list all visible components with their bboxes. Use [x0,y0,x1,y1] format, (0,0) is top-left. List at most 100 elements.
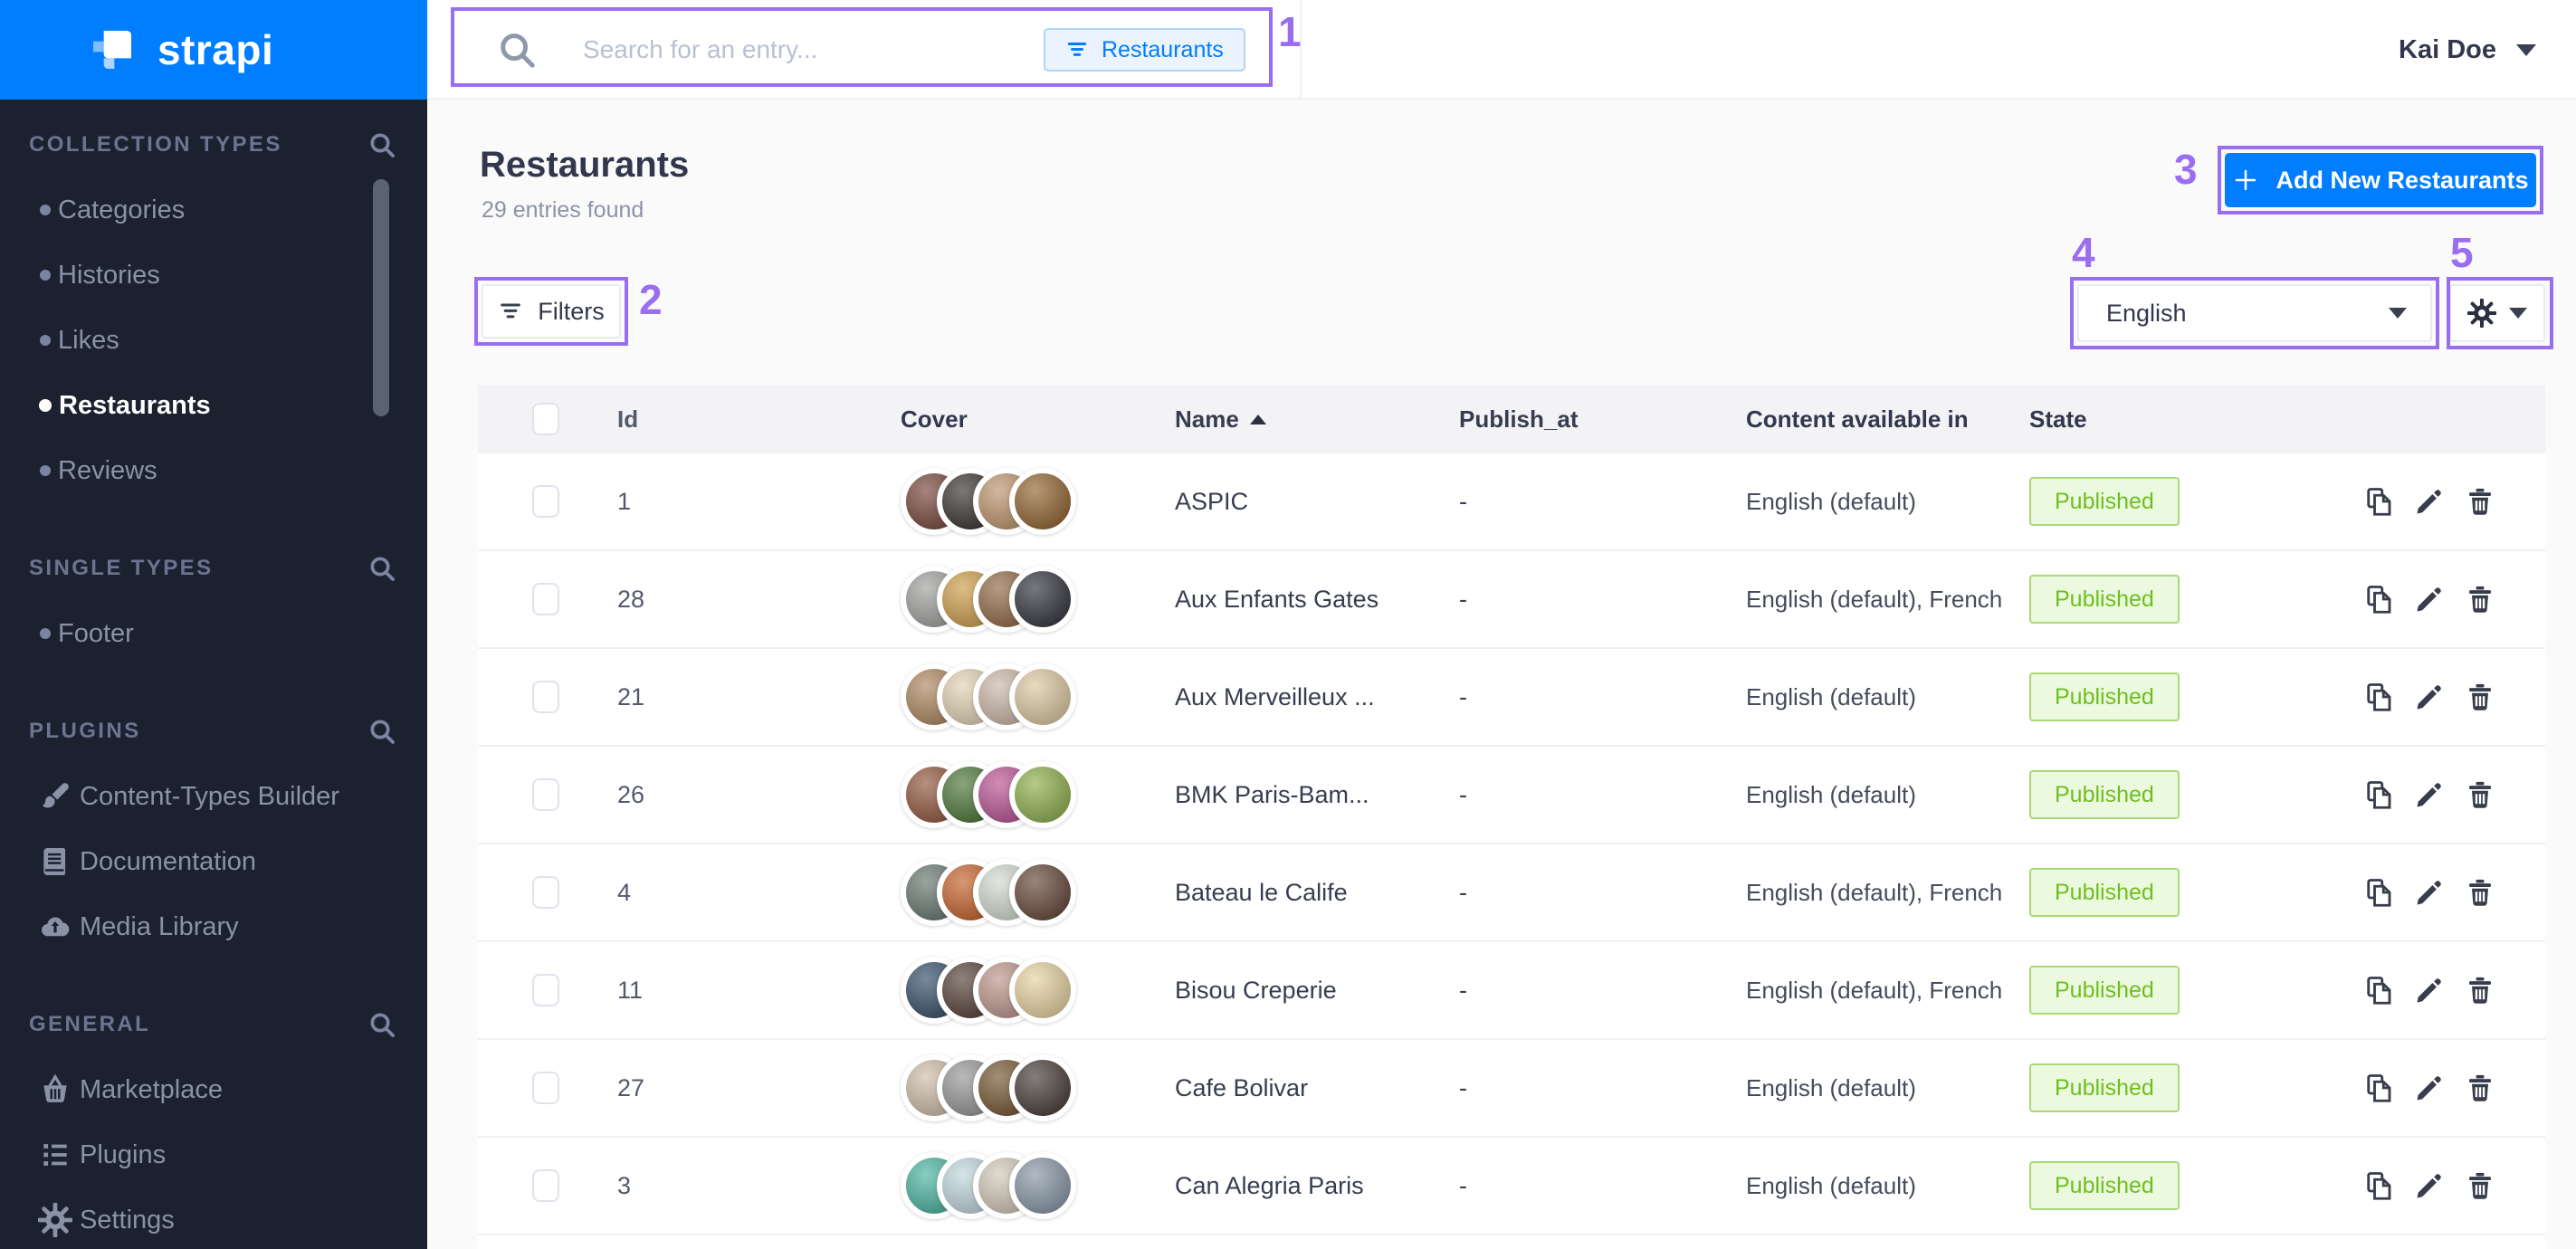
duplicate-icon[interactable] [2362,778,2395,811]
locale-select[interactable]: English [2077,284,2432,342]
sidebar-item-plugins[interactable]: Plugins [0,1122,427,1187]
cover-image [1009,1054,1076,1121]
edit-icon[interactable] [2413,876,2446,909]
delete-icon[interactable] [2464,681,2496,713]
chevron-down-icon [2516,44,2536,56]
bullet-icon [40,335,51,346]
duplicate-icon[interactable] [2362,681,2395,713]
cover-image [1009,1152,1076,1219]
row-checkbox[interactable] [532,485,559,518]
main-content: Restaurants 29 entries found Add New Res… [427,100,2576,1249]
settings-dropdown-button[interactable] [2449,284,2545,342]
delete-icon[interactable] [2464,974,2496,1006]
column-header-content-available-in[interactable]: Content available in [1742,405,2027,434]
search-icon[interactable] [367,717,396,746]
column-header-cover[interactable]: Cover [889,405,1168,434]
delete-icon[interactable] [2464,1169,2496,1202]
table-row[interactable]: 21 Aux Merveilleux ... - English (defaul… [478,649,2545,747]
table-row[interactable]: 11 Bisou Creperie - English (default), F… [478,942,2545,1040]
row-checkbox[interactable] [532,778,559,811]
filters-button[interactable]: Filters [482,284,621,338]
table-row[interactable]: 3 Can Alegria Paris - English (default) … [478,1138,2545,1235]
column-header-name[interactable]: Name [1168,405,1448,434]
sidebar-item-likes[interactable]: Likes [0,308,427,373]
search-filter-chip[interactable]: Restaurants [1044,28,1245,72]
cell-content-available-in: English (default) [1742,488,2027,516]
search-icon[interactable] [367,554,396,583]
duplicate-icon[interactable] [2362,583,2395,615]
duplicate-icon[interactable] [2362,1072,2395,1104]
status-badge: Published [2029,770,2180,819]
table-row[interactable]: 4 Bateau le Calife - English (default), … [478,844,2545,942]
delete-icon[interactable] [2464,1072,2496,1104]
logo-block[interactable]: strapi [0,0,427,100]
add-new-restaurants-button[interactable]: Add New Restaurants [2225,153,2536,207]
edit-icon[interactable] [2413,778,2446,811]
duplicate-icon[interactable] [2362,974,2395,1006]
sidebar-item-histories[interactable]: Histories [0,243,427,308]
cover-image [1009,566,1076,633]
delete-icon[interactable] [2464,583,2496,615]
sidebar-item-content-types-builder[interactable]: Content-Types Builder [0,764,427,829]
gear-icon [38,1203,72,1237]
column-header-state[interactable]: State [2027,405,2317,434]
cell-publish-at: - [1448,879,1742,907]
row-checkbox[interactable] [532,876,559,909]
table-row[interactable]: 27 Cafe Bolivar - English (default) Publ… [478,1040,2545,1138]
row-checkbox[interactable] [532,681,559,713]
sidebar-item-categories[interactable]: Categories [0,177,427,243]
select-all-checkbox[interactable] [532,403,559,435]
delete-icon[interactable] [2464,778,2496,811]
row-checkbox[interactable] [532,583,559,615]
row-checkbox[interactable] [532,974,559,1006]
duplicate-icon[interactable] [2362,876,2395,909]
duplicate-icon[interactable] [2362,485,2395,518]
sidebar-item-reviews[interactable]: Reviews [0,438,427,503]
edit-icon[interactable] [2413,583,2446,615]
sidebar-item-documentation[interactable]: Documentation [0,829,427,894]
column-header-publish-at[interactable]: Publish_at [1448,405,1742,434]
search-icon[interactable] [367,1010,396,1039]
sidebar-sections: COLLECTION TYPES Categories Histories Li… [0,112,427,1249]
table-row[interactable]: 28 Aux Enfants Gates - English (default)… [478,551,2545,649]
sidebar-item-media-library[interactable]: Media Library [0,894,427,959]
table-row[interactable] [478,1235,2545,1249]
bullet-icon [39,399,52,412]
cell-id: 21 [597,683,889,711]
sidebar-item-footer[interactable]: Footer [0,601,427,666]
sidebar-item-label: Marketplace [80,1075,223,1105]
brand-name: strapi [157,25,273,74]
cover-images [901,1054,1076,1121]
sidebar-item-restaurants[interactable]: Restaurants [0,373,427,438]
sidebar-item-label: Likes [58,326,119,356]
edit-icon[interactable] [2413,485,2446,518]
edit-icon[interactable] [2413,681,2446,713]
status-badge: Published [2029,1063,2180,1112]
row-checkbox[interactable] [532,1072,559,1104]
cover-images [901,663,1076,730]
delete-icon[interactable] [2464,485,2496,518]
cell-content-available-in: English (default) [1742,781,2027,809]
row-checkbox[interactable] [532,1169,559,1202]
sidebar-item-marketplace[interactable]: Marketplace [0,1057,427,1122]
status-badge: Published [2029,477,2180,526]
user-menu[interactable]: Kai Doe [2399,0,2536,100]
cell-id: 3 [597,1172,889,1200]
delete-icon[interactable] [2464,876,2496,909]
sidebar-item-settings[interactable]: Settings [0,1187,427,1249]
column-header-id[interactable]: Id [597,405,889,434]
edit-icon[interactable] [2413,1169,2446,1202]
edit-icon[interactable] [2413,974,2446,1006]
sidebar-scrollbar[interactable] [373,179,389,416]
edit-icon[interactable] [2413,1072,2446,1104]
sidebar-section-title: SINGLE TYPES [29,556,214,581]
duplicate-icon[interactable] [2362,1169,2395,1202]
cover-images [901,468,1076,535]
table-row[interactable]: 1 ASPIC - English (default) Published [478,453,2545,551]
table-row[interactable]: 26 BMK Paris-Bam... - English (default) … [478,747,2545,844]
search-input[interactable] [583,25,1008,74]
search-icon [496,29,538,71]
chevron-down-icon [2389,308,2407,319]
search-icon[interactable] [367,130,396,159]
cell-publish-at: - [1448,586,1742,614]
